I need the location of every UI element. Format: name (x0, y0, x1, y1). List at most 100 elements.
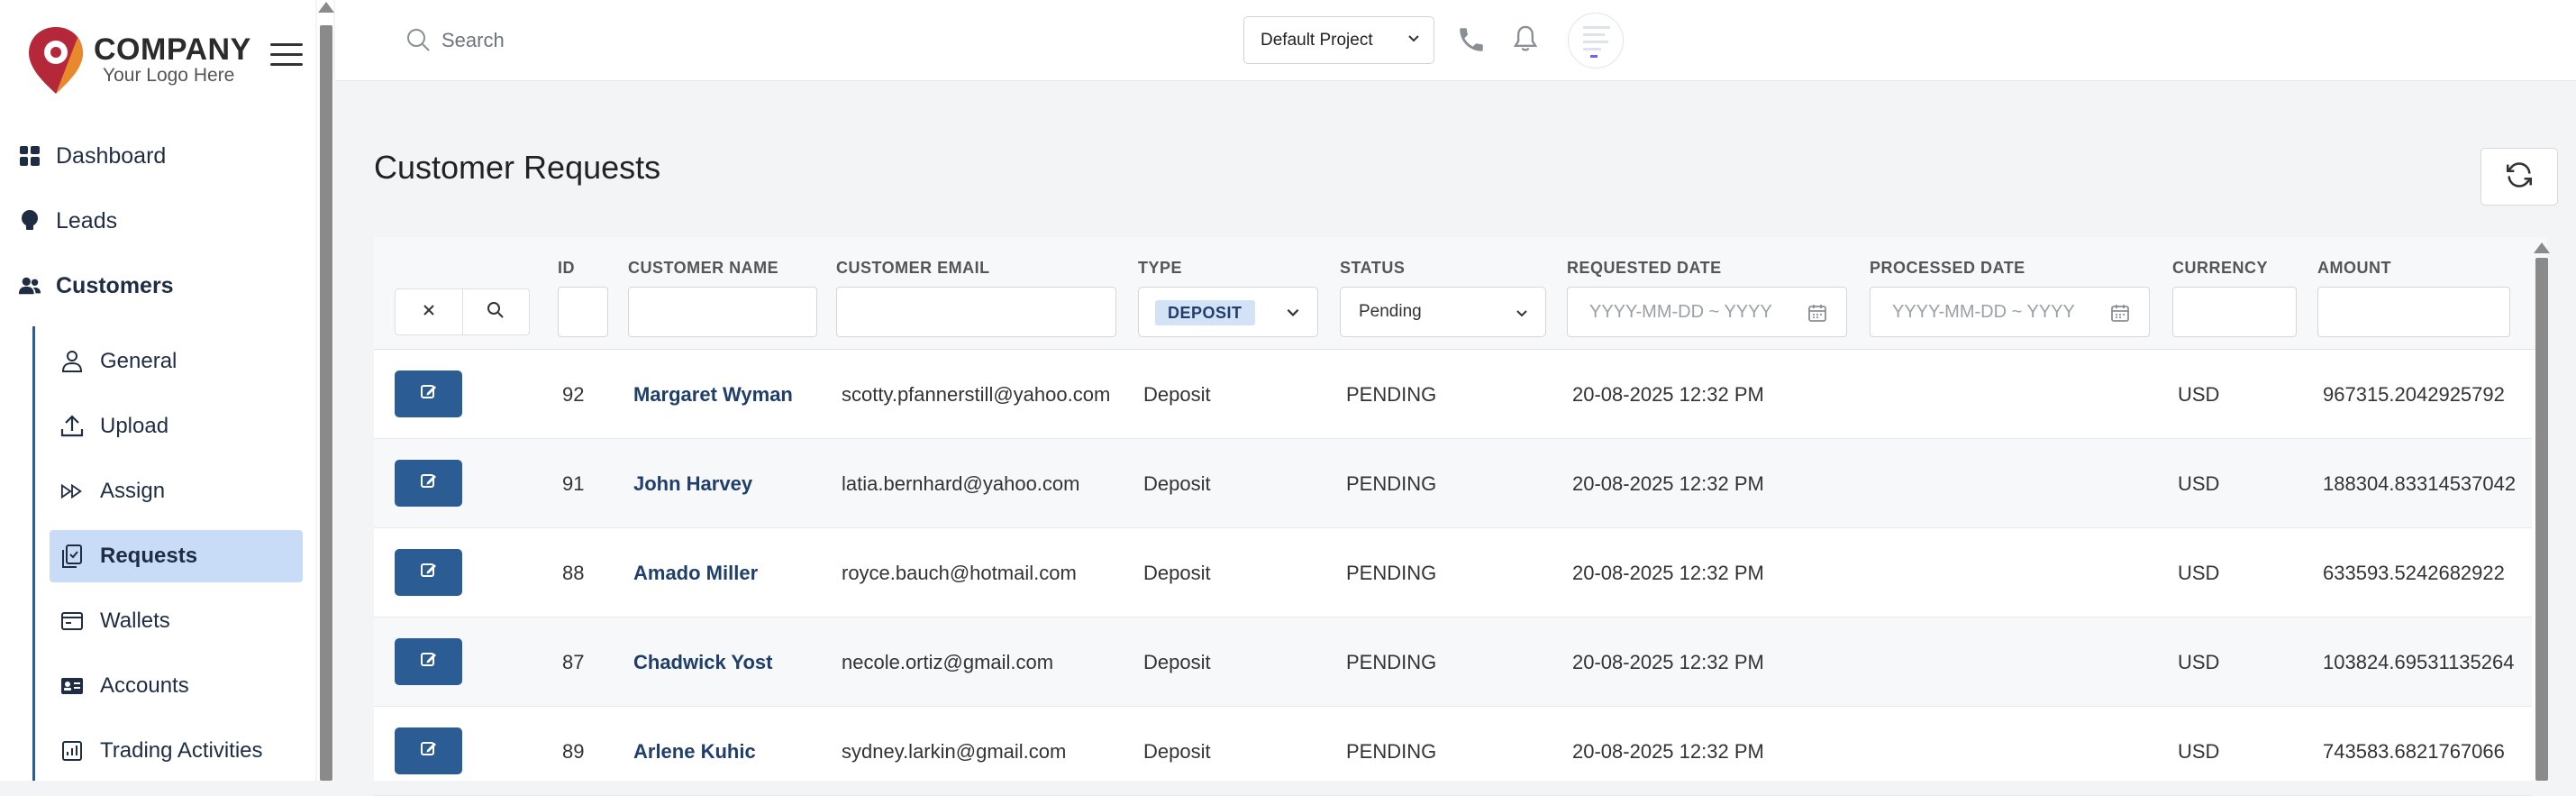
requests-table: ID CUSTOMER NAME CUSTOMER EMAIL TYPE STA… (374, 237, 2550, 796)
cell-currency: USD (2178, 383, 2220, 406)
edit-button[interactable] (395, 460, 462, 507)
sidebar-scrollbar-thumb[interactable] (320, 25, 332, 781)
id-card-icon (60, 674, 84, 698)
cell-currency: USD (2178, 651, 2220, 673)
table-scroll-up-arrow-icon[interactable] (2534, 242, 2550, 253)
hamburger-icon-bar (270, 43, 303, 46)
cell-amount: 743583.6821767066 (2323, 740, 2505, 763)
edit-icon (420, 382, 438, 406)
column-header-customer-name: CUSTOMER NAME (628, 259, 779, 277)
filter-status-select[interactable]: Pending (1340, 287, 1546, 337)
sidebar-item-label: Assign (100, 479, 166, 503)
table-row[interactable]: 88 Amado Miller royce.bauch@hotmail.com … (374, 528, 2532, 618)
menu-toggle-button[interactable] (270, 43, 303, 70)
edit-icon (420, 739, 438, 763)
table-row[interactable]: 89 Arlene Kuhic sydney.larkin@gmail.com … (374, 707, 2532, 796)
project-select[interactable]: Default Project (1243, 16, 1434, 64)
filter-processed-date-input[interactable]: YYYY-MM-DD ~ YYYY (1870, 287, 2150, 337)
filter-amount-input[interactable] (2317, 287, 2510, 337)
cell-currency: USD (2178, 472, 2220, 495)
cell-amount: 103824.69531135264 (2323, 651, 2515, 673)
table-row[interactable]: 91 John Harvey latia.bernhard@yahoo.com … (374, 439, 2532, 528)
clear-filters-button[interactable] (396, 289, 462, 334)
filter-currency-input[interactable] (2172, 287, 2297, 337)
type-chip: DEPOSIT (1155, 300, 1255, 325)
logo-company-name: COMPANY (94, 32, 251, 67)
sidebar-item-leads[interactable]: Leads (0, 195, 306, 247)
cell-type: Deposit (1143, 472, 1211, 495)
logo-tagline: Your Logo Here (103, 65, 235, 86)
cell-id: 89 (562, 740, 585, 763)
filter-id-input[interactable] (558, 287, 608, 337)
cell-requested-date: 20-08-2025 12:32 PM (1572, 472, 1764, 495)
cell-customer-email: scotty.pfannerstill@yahoo.com (842, 383, 1111, 406)
cell-requested-date: 20-08-2025 12:32 PM (1572, 740, 1764, 763)
sidebar-item-upload[interactable]: Upload (50, 400, 303, 453)
sidebar-item-wallets[interactable]: Wallets (50, 595, 303, 647)
cell-customer-name[interactable]: Amado Miller (633, 562, 758, 585)
search-icon (487, 301, 505, 324)
apply-filters-button[interactable] (461, 289, 530, 334)
chevron-down-icon (1515, 306, 1529, 325)
filter-type-select[interactable]: DEPOSIT (1138, 287, 1318, 337)
column-header-status: STATUS (1340, 259, 1406, 277)
cell-requested-date: 20-08-2025 12:32 PM (1572, 651, 1764, 673)
cell-status: PENDING (1346, 383, 1437, 406)
scroll-up-arrow-icon[interactable] (318, 2, 334, 13)
sidebar-item-dashboard[interactable]: Dashboard (0, 130, 306, 182)
table-scrollbar-thumb[interactable] (2535, 258, 2548, 781)
upload-icon (60, 415, 84, 438)
sidebar-item-general[interactable]: General (50, 335, 303, 388)
hamburger-icon-bar (270, 53, 303, 56)
sidebar-item-trading-activities[interactable]: Trading Activities (50, 725, 303, 777)
edit-icon (420, 471, 438, 495)
sidebar-item-customers[interactable]: Customers (0, 260, 306, 312)
cell-id: 92 (562, 383, 585, 406)
edit-button[interactable] (395, 371, 462, 417)
sidebar-item-accounts[interactable]: Accounts (50, 660, 303, 712)
filter-requested-date-input[interactable]: YYYY-MM-DD ~ YYYY (1567, 287, 1847, 337)
cell-requested-date: 20-08-2025 12:32 PM (1572, 562, 1764, 584)
cell-status: PENDING (1346, 562, 1437, 584)
cell-status: PENDING (1346, 472, 1437, 495)
company-logo[interactable]: COMPANY Your Logo Here (25, 23, 250, 96)
project-select-value: Default Project (1261, 30, 1373, 50)
avatar[interactable] (1568, 13, 1624, 69)
edit-button[interactable] (395, 638, 462, 685)
sidebar-item-label: Accounts (100, 673, 189, 698)
cell-customer-email: sydney.larkin@gmail.com (842, 740, 1067, 763)
refresh-button[interactable] (2480, 148, 2558, 206)
edit-button[interactable] (395, 549, 462, 596)
table-row[interactable]: 87 Chadwick Yost necole.ortiz@gmail.com … (374, 618, 2532, 707)
cell-customer-name[interactable]: John Harvey (633, 472, 752, 496)
cell-requested-date: 20-08-2025 12:32 PM (1572, 383, 1764, 406)
column-header-amount: AMOUNT (2317, 259, 2391, 277)
sidebar-item-requests[interactable]: Requests (50, 530, 303, 582)
sidebar-item-label: Wallets (100, 608, 170, 633)
topbar: Default Project (335, 0, 2576, 81)
close-icon (422, 303, 436, 322)
assign-forward-icon (60, 480, 84, 503)
search-input[interactable] (440, 25, 800, 56)
sidebar-item-label: Upload (100, 414, 169, 438)
sidebar-item-label: Dashboard (56, 142, 167, 169)
sidebar-item-assign[interactable]: Assign (50, 465, 303, 517)
filter-customer-name-input[interactable] (628, 287, 817, 337)
cell-type: Deposit (1143, 740, 1211, 763)
sidebar-item-label: Leads (56, 207, 118, 233)
table-row[interactable]: 92 Margaret Wyman scotty.pfannerstill@ya… (374, 350, 2532, 439)
edit-icon (420, 650, 438, 673)
cell-type: Deposit (1143, 383, 1211, 406)
bell-icon[interactable] (1511, 23, 1540, 59)
sidebar-item-label: General (100, 349, 177, 373)
filter-customer-email-input[interactable] (836, 287, 1116, 337)
cell-customer-name[interactable]: Arlene Kuhic (633, 740, 756, 764)
cell-currency: USD (2178, 562, 2220, 584)
cell-customer-name[interactable]: Chadwick Yost (633, 651, 772, 674)
table-header: ID CUSTOMER NAME CUSTOMER EMAIL TYPE STA… (374, 237, 2547, 350)
cell-customer-name[interactable]: Margaret Wyman (633, 383, 793, 407)
phone-icon[interactable] (1456, 24, 1487, 59)
dashboard-grid-icon (18, 144, 41, 168)
cell-customer-email: royce.bauch@hotmail.com (842, 562, 1077, 584)
edit-button[interactable] (395, 727, 462, 774)
